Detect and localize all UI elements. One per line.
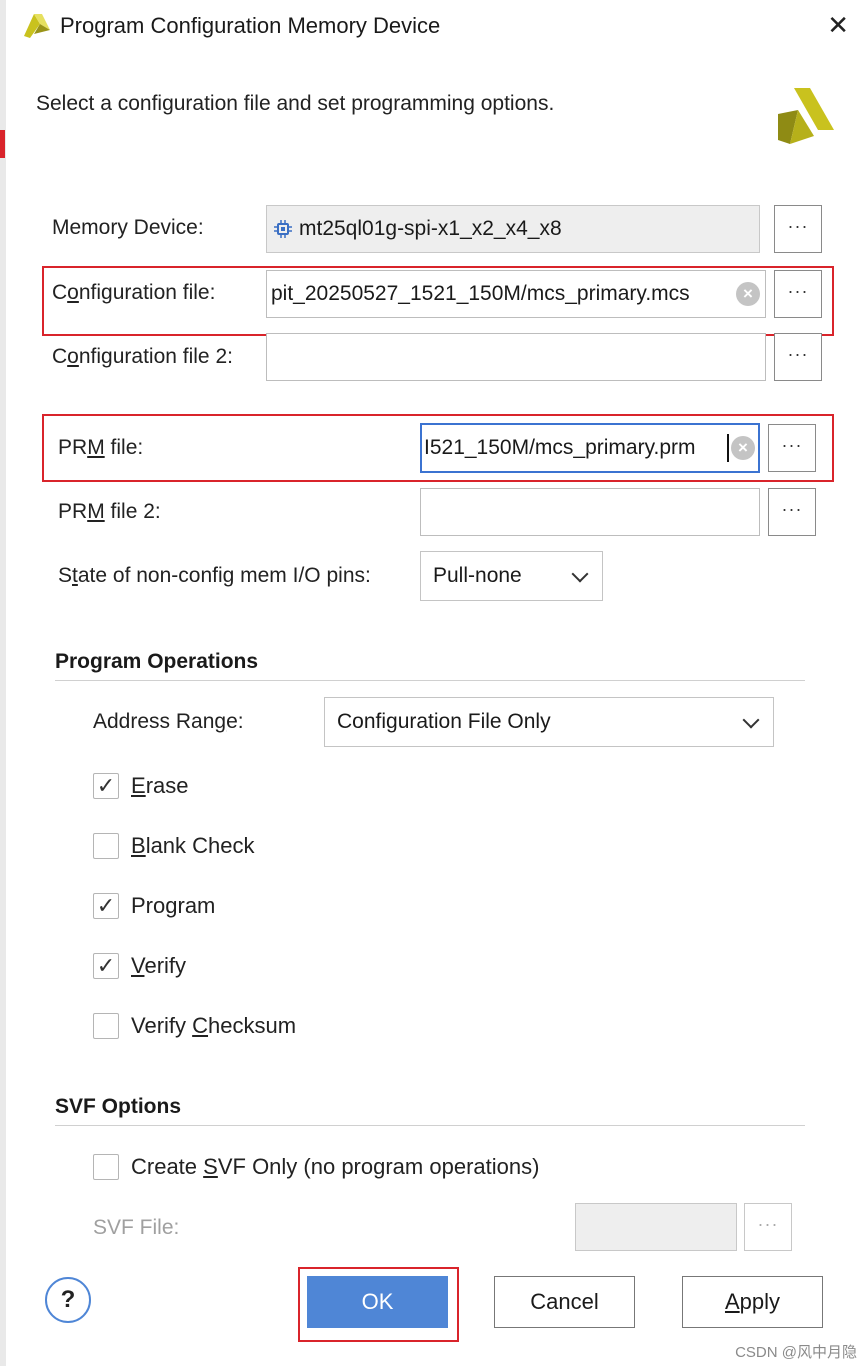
address-range-value: Configuration File Only	[337, 710, 551, 733]
prm-file-2-browse-button[interactable]: ···	[768, 488, 816, 536]
prm-file-2-input[interactable]	[420, 488, 760, 536]
memory-device-label: Memory Device:	[52, 216, 204, 239]
svf-options-title: SVF Options	[55, 1095, 181, 1118]
create-svf-checkbox-row[interactable]: Create SVF Only (no program operations)	[93, 1152, 539, 1182]
program-checkbox-row[interactable]: ✓ Program	[93, 891, 215, 921]
config-file-input[interactable]: pit_20250527_1521_150M/mcs_primary.mcs	[266, 270, 766, 318]
prm-file-label: PRM file:	[58, 436, 144, 459]
config-file-2-input[interactable]	[266, 333, 766, 381]
svf-file-browse-button: ···	[744, 1203, 792, 1251]
memory-device-field: mt25ql01g-spi-x1_x2_x4_x8	[266, 205, 760, 253]
watermark-text: CSDN @风中月隐	[735, 1344, 857, 1361]
verify-checkbox-row[interactable]: ✓ Verify	[93, 951, 186, 981]
address-range-select[interactable]: Configuration File Only	[324, 697, 774, 747]
dialog-subtitle: Select a configuration file and set prog…	[36, 92, 555, 115]
config-file-2-label: Configuration file 2:	[52, 345, 233, 368]
cancel-button[interactable]: Cancel	[494, 1276, 635, 1328]
verify-checksum-label: Verify Checksum	[131, 1013, 297, 1038]
chevron-down-icon	[571, 565, 589, 583]
prm-file-browse-button[interactable]: ···	[768, 424, 816, 472]
config-file-browse-button[interactable]: ···	[774, 270, 822, 318]
config-file-2-browse-button[interactable]: ···	[774, 333, 822, 381]
verify-checkbox[interactable]: ✓	[93, 953, 119, 979]
verify-checksum-checkbox-row[interactable]: Verify Checksum	[93, 1011, 296, 1041]
create-svf-checkbox[interactable]	[93, 1154, 119, 1180]
config-file-value: pit_20250527_1521_150M/mcs_primary.mcs	[271, 282, 690, 305]
app-logo-icon	[24, 14, 50, 38]
address-range-label: Address Range:	[93, 710, 244, 733]
io-pins-select[interactable]: Pull-none	[420, 551, 603, 601]
svf-file-label: SVF File:	[93, 1216, 180, 1239]
erase-label: Erase	[131, 773, 189, 798]
program-checkbox[interactable]: ✓	[93, 893, 119, 919]
brand-logo-icon	[778, 88, 834, 144]
memory-device-value: mt25ql01g-spi-x1_x2_x4_x8	[299, 217, 562, 240]
program-label: Program	[131, 893, 216, 918]
blank-check-label: Blank Check	[131, 833, 255, 858]
program-operations-divider	[55, 680, 805, 681]
blank-check-checkbox[interactable]	[93, 833, 119, 859]
window-title: Program Configuration Memory Device	[60, 13, 441, 38]
prm-file-clear-icon[interactable]: ×	[731, 436, 755, 460]
verify-label: Verify	[131, 953, 187, 978]
title-bar: Program Configuration Memory Device ✕	[6, 0, 865, 52]
ok-button[interactable]: OK	[307, 1276, 448, 1328]
blank-check-checkbox-row[interactable]: Blank Check	[93, 831, 255, 861]
close-button[interactable]: ✕	[827, 10, 849, 41]
io-pins-label: State of non-config mem I/O pins:	[58, 564, 371, 587]
memory-device-browse-button[interactable]: ···	[774, 205, 822, 253]
help-icon: ?	[60, 1286, 76, 1313]
verify-checksum-checkbox[interactable]	[93, 1013, 119, 1039]
apply-button[interactable]: Apply	[682, 1276, 823, 1328]
erase-checkbox-row[interactable]: ✓ Erase	[93, 771, 188, 801]
chip-icon	[274, 220, 292, 238]
svf-options-divider	[55, 1125, 805, 1126]
svf-file-input	[575, 1203, 737, 1251]
prm-file-2-label: PRM file 2:	[58, 500, 161, 523]
chevron-down-icon	[742, 711, 760, 729]
config-file-clear-icon[interactable]: ×	[736, 282, 760, 306]
help-button[interactable]: ?	[45, 1277, 91, 1323]
create-svf-label: Create SVF Only (no program operations)	[131, 1154, 540, 1179]
prm-file-input[interactable]: I521_150M/mcs_primary.prm	[420, 423, 760, 473]
program-operations-title: Program Operations	[55, 650, 259, 673]
prm-file-value: I521_150M/mcs_primary.prm	[424, 436, 696, 459]
left-edge-strip	[0, 0, 6, 1366]
config-file-label: Configuration file:	[52, 281, 216, 304]
io-pins-value: Pull-none	[433, 564, 522, 587]
erase-checkbox[interactable]: ✓	[93, 773, 119, 799]
text-caret	[727, 434, 729, 462]
left-edge-marker	[0, 130, 5, 158]
